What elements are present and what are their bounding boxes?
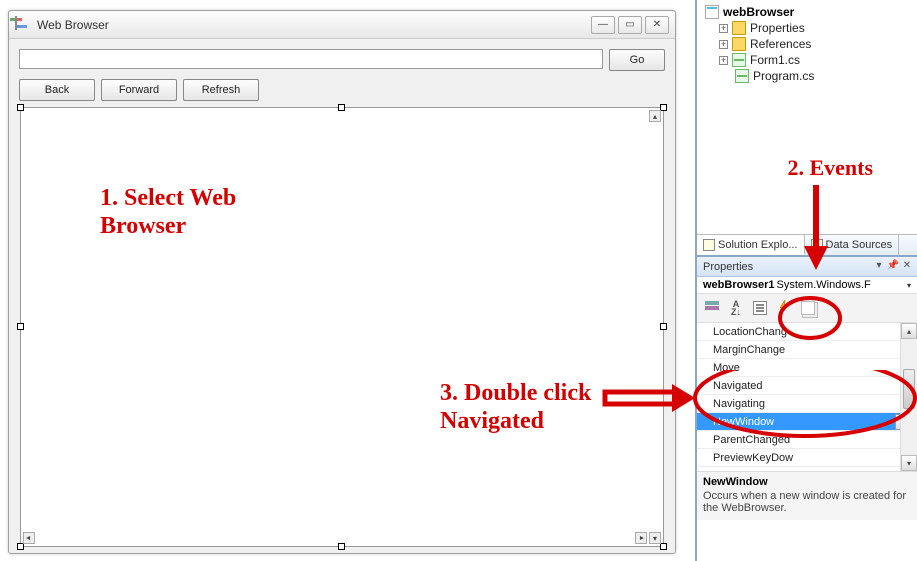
- tree-label: Properties: [750, 21, 805, 35]
- event-row[interactable]: PreviewKeyDow: [697, 449, 917, 467]
- window-position-icon[interactable]: ▾: [873, 259, 885, 271]
- data-sources-icon: [811, 239, 823, 251]
- event-name: PreviewKeyDow: [713, 452, 793, 464]
- selection-handle[interactable]: [660, 323, 667, 330]
- tree-form1-node[interactable]: + Form1.cs: [705, 52, 911, 68]
- event-row-selected[interactable]: NewWindow ▾: [697, 413, 917, 431]
- tree-program-node[interactable]: Program.cs: [705, 68, 911, 84]
- designer-form-window: Web Browser — ▭ ✕ Go Back Forward Refres…: [8, 10, 676, 554]
- tree-references-node[interactable]: + References: [705, 36, 911, 52]
- url-input[interactable]: [19, 49, 603, 69]
- selection-handle[interactable]: [660, 104, 667, 111]
- expand-icon[interactable]: +: [719, 56, 728, 65]
- minimize-button[interactable]: —: [591, 16, 615, 34]
- selection-handle[interactable]: [660, 543, 667, 550]
- events-button[interactable]: [773, 297, 795, 319]
- scroll-left-icon[interactable]: ▾: [23, 532, 35, 544]
- tab-data-sources[interactable]: Data Sources: [805, 235, 900, 255]
- project-label: webBrowser: [723, 5, 794, 19]
- event-name: Move: [713, 362, 740, 374]
- solution-explorer-tree: webBrowser + Properties + References + F…: [697, 0, 917, 94]
- event-name: MarginChange: [713, 344, 785, 356]
- close-panel-icon[interactable]: ✕: [901, 259, 913, 271]
- event-name: Navigating: [713, 398, 765, 410]
- tab-label: Solution Explo...: [718, 239, 798, 251]
- expand-icon[interactable]: +: [719, 24, 728, 33]
- back-button[interactable]: Back: [19, 79, 95, 101]
- csharp-form-icon: [732, 53, 746, 67]
- event-row[interactable]: ParentChanged: [697, 431, 917, 449]
- scroll-thumb[interactable]: [903, 369, 915, 409]
- event-row[interactable]: Move: [697, 359, 917, 377]
- go-button[interactable]: Go: [609, 49, 665, 71]
- event-name: NewWindow: [713, 416, 774, 428]
- folder-icon: [732, 21, 746, 35]
- properties-panel: Properties ▾ 📌 ✕ webBrowser1 System.Wind…: [697, 256, 917, 520]
- selection-handle[interactable]: [338, 543, 345, 550]
- property-pages-icon: [801, 301, 815, 315]
- maximize-button[interactable]: ▭: [618, 16, 642, 34]
- tree-project-node[interactable]: webBrowser: [705, 4, 911, 20]
- scroll-down-button[interactable]: ▾: [901, 455, 917, 471]
- description-name: NewWindow: [703, 476, 911, 488]
- properties-header[interactable]: Properties ▾ 📌 ✕: [697, 257, 917, 277]
- csharp-file-icon: [735, 69, 749, 83]
- refresh-button[interactable]: Refresh: [183, 79, 259, 101]
- event-row-navigated[interactable]: Navigated: [697, 377, 917, 395]
- expand-icon[interactable]: +: [719, 40, 728, 49]
- properties-toolbar: AZ↓: [697, 294, 917, 323]
- dropdown-arrow-icon: ▾: [907, 281, 911, 290]
- autohide-pin-icon[interactable]: 📌: [887, 259, 899, 271]
- webbrowser-control[interactable]: ▴ ▾ ▾ ▾: [20, 107, 664, 547]
- event-name: ParentChanged: [713, 434, 790, 446]
- forward-button[interactable]: Forward: [101, 79, 177, 101]
- categorized-icon: [705, 301, 719, 315]
- scroll-down-icon[interactable]: ▾: [649, 532, 661, 544]
- form-app-icon: [15, 17, 31, 33]
- tool-tabs: Solution Explo... Data Sources: [697, 234, 917, 256]
- right-panel: webBrowser + Properties + References + F…: [695, 0, 917, 561]
- categorized-button[interactable]: [701, 297, 723, 319]
- form-title: Web Browser: [37, 18, 591, 32]
- component-name: webBrowser1: [703, 279, 775, 291]
- close-button[interactable]: ✕: [645, 16, 669, 34]
- component-type: System.Windows.F: [777, 279, 871, 291]
- properties-description: NewWindow Occurs when a new window is cr…: [697, 471, 917, 520]
- event-row[interactable]: MarginChange: [697, 341, 917, 359]
- properties-button[interactable]: [749, 297, 771, 319]
- properties-title: Properties: [703, 261, 753, 273]
- selection-handle[interactable]: [17, 323, 24, 330]
- lightning-bolt-icon: [777, 300, 791, 317]
- event-name: LocationChang: [713, 326, 787, 338]
- window-buttons: — ▭ ✕: [591, 16, 669, 34]
- property-pages-button[interactable]: [797, 297, 819, 319]
- tree-properties-node[interactable]: + Properties: [705, 20, 911, 36]
- tab-label: Data Sources: [826, 239, 893, 251]
- solution-explorer-icon: [703, 239, 715, 251]
- event-row[interactable]: LocationChang: [697, 323, 917, 341]
- scroll-up-button[interactable]: ▴: [901, 323, 917, 339]
- project-icon: [705, 5, 719, 19]
- tree-label: Form1.cs: [750, 53, 800, 67]
- selection-handle[interactable]: [17, 104, 24, 111]
- event-row[interactable]: Navigating: [697, 395, 917, 413]
- tab-solution-explorer[interactable]: Solution Explo...: [697, 235, 805, 255]
- properties-events-list: LocationChang MarginChange Move Navigate…: [697, 323, 917, 471]
- properties-scrollbar[interactable]: ▴ ▾: [900, 323, 917, 471]
- form-body: Go Back Forward Refresh ▴ ▾ ▾ ▾: [9, 39, 675, 557]
- folder-icon: [732, 37, 746, 51]
- form-titlebar[interactable]: Web Browser — ▭ ✕: [9, 11, 675, 39]
- alphabetical-button[interactable]: AZ↓: [725, 297, 747, 319]
- properties-component-selector[interactable]: webBrowser1 System.Windows.F ▾: [697, 277, 917, 294]
- tree-label: References: [750, 37, 811, 51]
- scroll-right-icon[interactable]: ▾: [635, 532, 647, 544]
- selection-handle[interactable]: [338, 104, 345, 111]
- tree-label: Program.cs: [753, 69, 814, 83]
- event-name: Navigated: [713, 380, 763, 392]
- description-text: Occurs when a new window is created for …: [703, 490, 906, 514]
- selection-handle[interactable]: [17, 543, 24, 550]
- properties-icon: [753, 301, 767, 315]
- scroll-up-icon[interactable]: ▴: [649, 110, 661, 122]
